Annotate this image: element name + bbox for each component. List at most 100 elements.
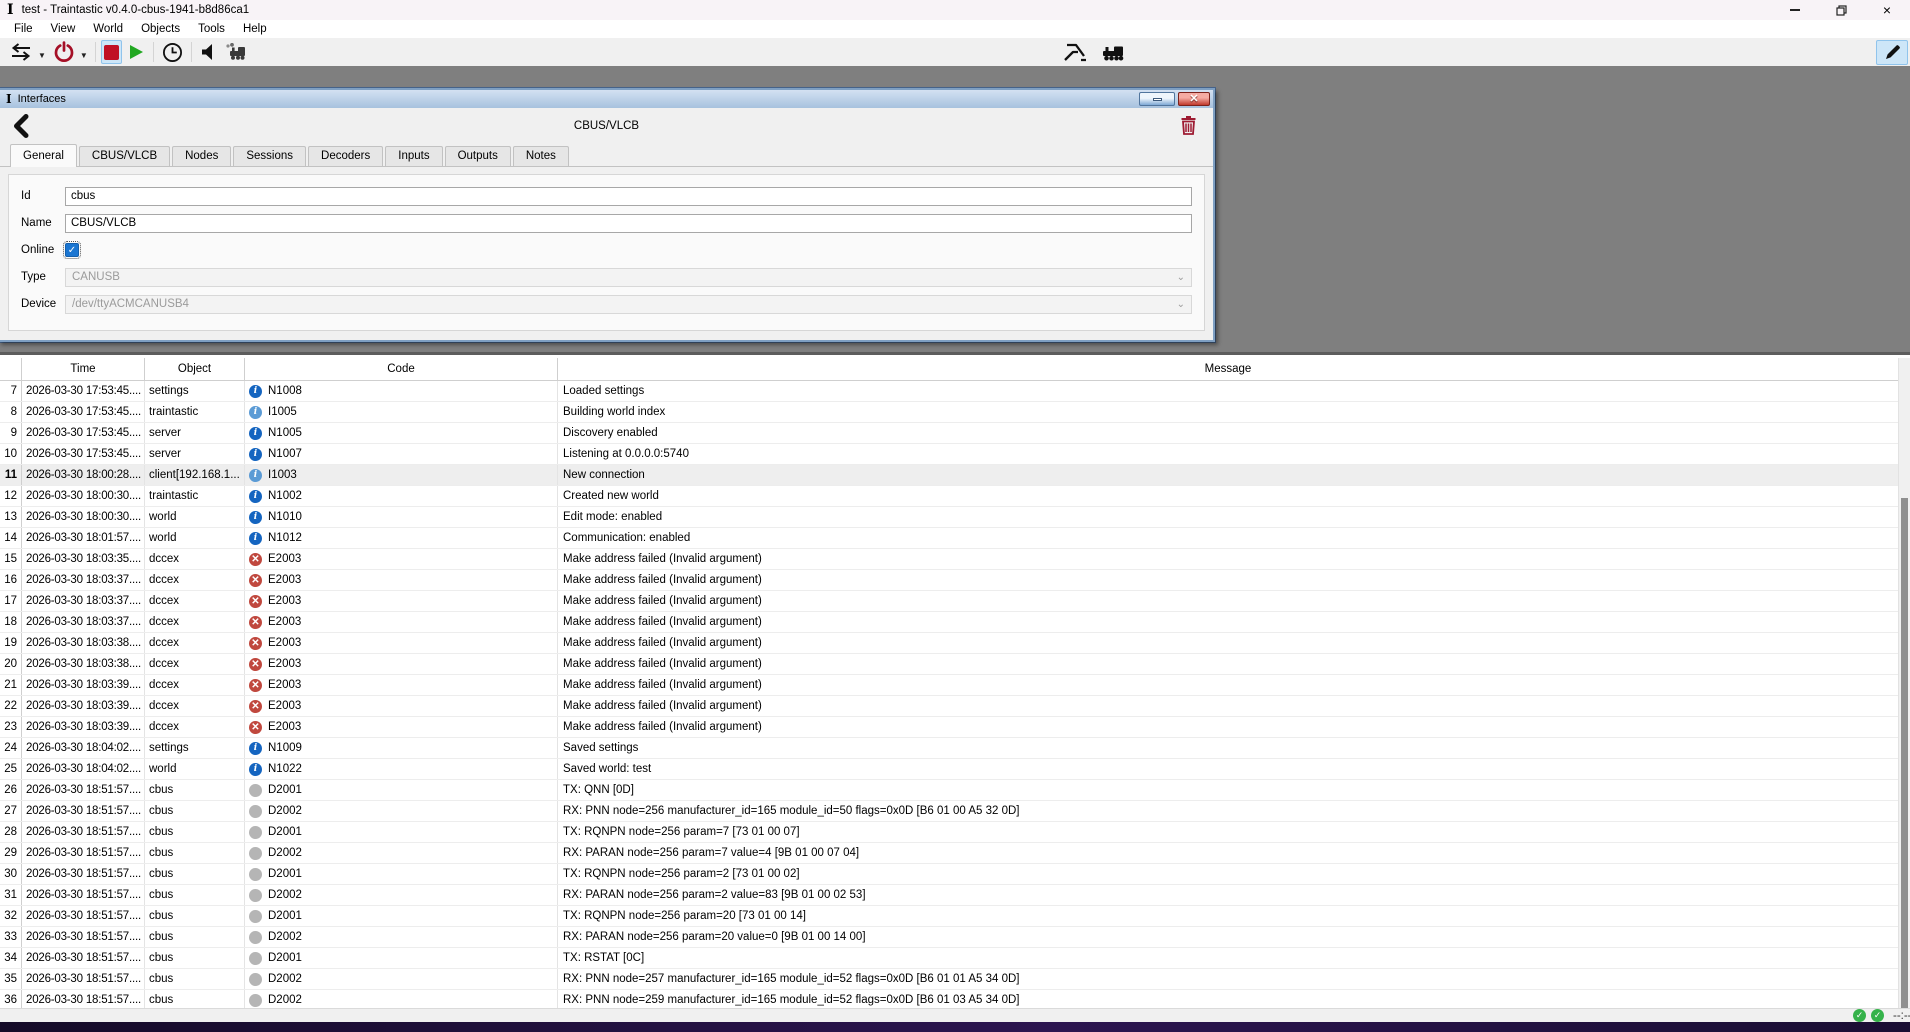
- log-row[interactable]: 13 2026-03-30 18:00:30.... world i N1010 Edit…: [0, 507, 1898, 528]
- back-button[interactable]: [12, 114, 29, 138]
- dialog-titlebar[interactable]: I Interfaces ✕: [0, 90, 1213, 108]
- log-object: dccex: [145, 717, 245, 737]
- log-row[interactable]: 36 2026-03-30 18:51:57.... cbus D2002 RX: PN…: [0, 990, 1898, 1008]
- log-row[interactable]: 11 2026-03-30 18:00:28.... client[192.168.…: [0, 465, 1898, 486]
- log-row[interactable]: 30 2026-03-30 18:51:57.... cbus D2001 TX: RQ…: [0, 864, 1898, 885]
- log-row[interactable]: 29 2026-03-30 18:51:57.... cbus D2002 RX: PA…: [0, 843, 1898, 864]
- log-code: i N1002: [245, 486, 558, 506]
- log-row[interactable]: 12 2026-03-30 18:00:30.... traintastic i N10…: [0, 486, 1898, 507]
- log-object: dccex: [145, 570, 245, 590]
- menu-help[interactable]: Help: [234, 23, 276, 35]
- menu-tools[interactable]: Tools: [189, 23, 234, 35]
- tab-sessions[interactable]: Sessions: [233, 146, 307, 166]
- tab-cbus-vlcb[interactable]: CBUS/VLCB: [78, 146, 171, 166]
- log-row[interactable]: 18 2026-03-30 18:03:37.... dccex ✕ E2003 Make…: [0, 612, 1898, 633]
- power-button[interactable]: [50, 40, 78, 64]
- log-time: 2026-03-30 18:03:37....: [22, 612, 145, 632]
- tab-general[interactable]: General: [10, 144, 77, 167]
- log-object: cbus: [145, 843, 245, 863]
- log-row[interactable]: 22 2026-03-30 18:03:39.... dccex ✕ E2003 Make…: [0, 696, 1898, 717]
- smoke-button[interactable]: [221, 40, 251, 64]
- log-row[interactable]: 31 2026-03-30 18:51:57.... cbus D2002 RX: PA…: [0, 885, 1898, 906]
- log-row[interactable]: 17 2026-03-30 18:03:37.... dccex ✕ E2003 Make…: [0, 591, 1898, 612]
- log-row[interactable]: 35 2026-03-30 18:51:57.... cbus D2002 RX: PN…: [0, 969, 1898, 990]
- boards-button[interactable]: [1059, 40, 1092, 64]
- log-object: dccex: [145, 612, 245, 632]
- reverse-direction-button[interactable]: [6, 40, 36, 64]
- run-button[interactable]: [124, 40, 148, 64]
- log-row[interactable]: 23 2026-03-30 18:03:39.... dccex ✕ E2003 Make…: [0, 717, 1898, 738]
- minimize-button[interactable]: [1772, 0, 1818, 20]
- log-row[interactable]: 33 2026-03-30 18:51:57.... cbus D2002 RX: PA…: [0, 927, 1898, 948]
- scrollbar-thumb[interactable]: [1901, 498, 1908, 1008]
- online-checkbox[interactable]: ✓: [63, 241, 81, 259]
- log-message: Loaded settings: [563, 385, 645, 397]
- log-row[interactable]: 24 2026-03-30 18:04:02.... settings i N1009 S…: [0, 738, 1898, 759]
- log-time: 2026-03-30 18:51:57....: [22, 864, 145, 884]
- log-row[interactable]: 14 2026-03-30 18:01:57.... world i N1012 Comm…: [0, 528, 1898, 549]
- column-header-code[interactable]: Code: [245, 358, 558, 380]
- log-time: 2026-03-30 18:01:57....: [22, 528, 145, 548]
- info-light-icon: i: [249, 468, 262, 482]
- id-input[interactable]: [65, 186, 1192, 206]
- log-row[interactable]: 34 2026-03-30 18:51:57.... cbus D2001 TX: RS…: [0, 948, 1898, 969]
- log-row[interactable]: 27 2026-03-30 18:51:57.... cbus D2002 RX: PN…: [0, 801, 1898, 822]
- edit-pencil-icon: [1885, 45, 1900, 59]
- column-header-time[interactable]: Time: [22, 358, 145, 380]
- log-row[interactable]: 8 2026-03-30 17:53:45.... traintastic i I100…: [0, 402, 1898, 423]
- trains-button[interactable]: [1097, 40, 1130, 64]
- column-header-message[interactable]: Message: [558, 358, 1898, 380]
- menu-view[interactable]: View: [42, 23, 85, 35]
- log-message: Created new world: [563, 490, 659, 502]
- reverse-dropdown-caret[interactable]: ▼: [38, 51, 46, 60]
- tab-notes[interactable]: Notes: [512, 146, 569, 166]
- log-row[interactable]: 20 2026-03-30 18:03:38.... dccex ✕ E2003 Make…: [0, 654, 1898, 675]
- restore-button[interactable]: [1818, 0, 1864, 20]
- log-code: ✕ E2003: [245, 675, 558, 695]
- menubar: File View World Objects Tools Help: [0, 20, 1910, 38]
- log-row[interactable]: 7 2026-03-30 17:53:45.... settings i N1008 Lo…: [0, 381, 1898, 402]
- dialog-minimize-button[interactable]: [1139, 92, 1175, 106]
- clock-button[interactable]: [159, 40, 186, 64]
- stop-button[interactable]: [100, 40, 122, 64]
- log-row[interactable]: 21 2026-03-30 18:03:39.... dccex ✕ E2003 Make…: [0, 675, 1898, 696]
- edit-mode-button[interactable]: [1876, 40, 1908, 65]
- log-row-number: 16: [0, 570, 22, 590]
- column-header-object[interactable]: Object: [145, 358, 245, 380]
- log-row[interactable]: 26 2026-03-30 18:51:57.... cbus D2001 TX: QN…: [0, 780, 1898, 801]
- dialog-close-button[interactable]: ✕: [1178, 92, 1210, 106]
- power-dropdown-caret[interactable]: ▼: [80, 51, 88, 60]
- name-input[interactable]: [65, 213, 1192, 233]
- tab-nodes[interactable]: Nodes: [172, 146, 232, 166]
- mute-button[interactable]: [197, 40, 219, 64]
- log-row[interactable]: 32 2026-03-30 18:51:57.... cbus D2001 TX: RQ…: [0, 906, 1898, 927]
- log-row[interactable]: 15 2026-03-30 18:03:35.... dccex ✕ E2003 Make…: [0, 549, 1898, 570]
- log-message: Saved world: test: [563, 763, 652, 775]
- log-message: Make address failed (Invalid argument): [563, 700, 762, 712]
- column-header-rownum[interactable]: [0, 358, 22, 380]
- log-scrollbar[interactable]: [1898, 358, 1910, 1008]
- log-row[interactable]: 16 2026-03-30 18:03:37.... dccex ✕ E2003 Make…: [0, 570, 1898, 591]
- type-select[interactable]: CANUSB ⌄: [65, 267, 1192, 287]
- close-button[interactable]: ×: [1864, 0, 1910, 20]
- log-message: Make address failed (Invalid argument): [563, 616, 762, 628]
- log-message: RX: PNN node=257 manufacturer_id=165 mod…: [563, 973, 1020, 985]
- log-row[interactable]: 19 2026-03-30 18:03:38.... dccex ✕ E2003 Make…: [0, 633, 1898, 654]
- log-code: ✕ E2003: [245, 696, 558, 716]
- menu-file[interactable]: File: [5, 23, 42, 35]
- menu-objects[interactable]: Objects: [132, 23, 189, 35]
- tab-decoders[interactable]: Decoders: [308, 146, 384, 166]
- log-row[interactable]: 10 2026-03-30 17:53:45.... server i N1007 Lis…: [0, 444, 1898, 465]
- log-time: 2026-03-30 18:04:02....: [22, 738, 145, 758]
- log-row[interactable]: 9 2026-03-30 17:53:45.... server i N1005 Disc…: [0, 423, 1898, 444]
- log-code: D2001: [245, 864, 558, 884]
- tab-outputs[interactable]: Outputs: [444, 146, 511, 166]
- menu-world[interactable]: World: [84, 23, 132, 35]
- tab-inputs[interactable]: Inputs: [385, 146, 443, 166]
- delete-button[interactable]: [1180, 115, 1197, 135]
- log-row[interactable]: 25 2026-03-30 18:04:02.... world i N1022 Save…: [0, 759, 1898, 780]
- log-row[interactable]: 28 2026-03-30 18:51:57.... cbus D2001 TX: RQ…: [0, 822, 1898, 843]
- log-time: 2026-03-30 18:51:57....: [22, 948, 145, 968]
- device-select[interactable]: /dev/ttyACMCANUSB4 ⌄: [65, 294, 1192, 314]
- power-icon: [54, 41, 74, 62]
